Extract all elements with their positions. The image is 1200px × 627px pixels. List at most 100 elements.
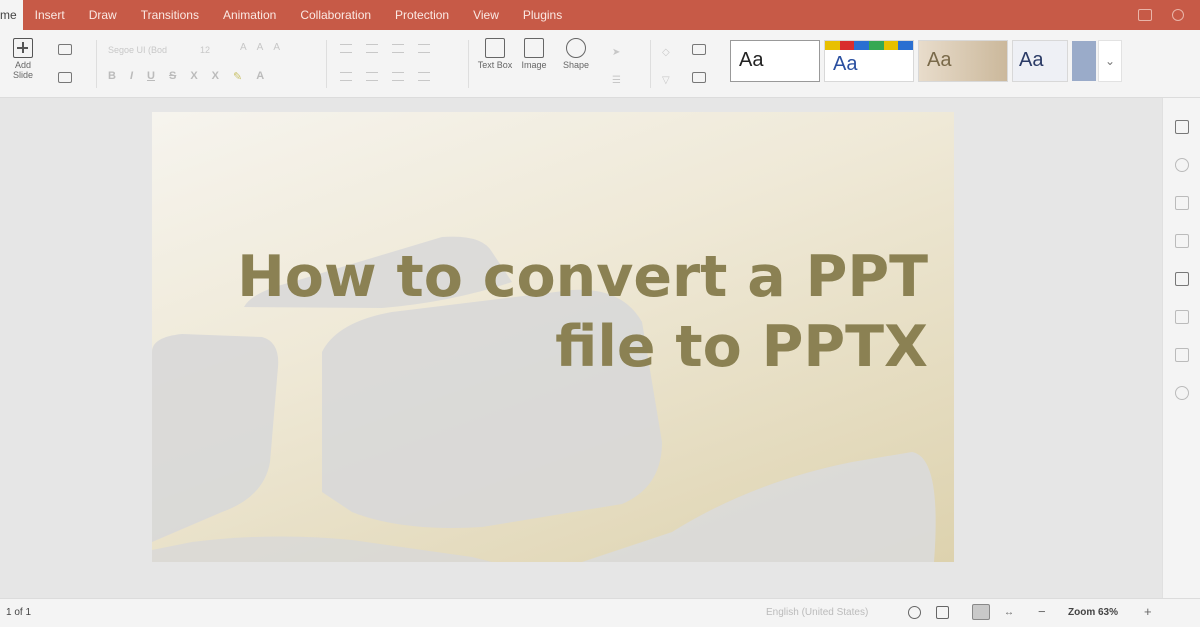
shape-icon (566, 38, 586, 58)
tab-protection[interactable]: Protection (383, 0, 461, 30)
text-art-settings-icon[interactable] (1175, 348, 1189, 362)
underline-icon[interactable]: U (147, 70, 155, 83)
add-slide-label: Add Slide (12, 60, 33, 80)
columns-icon[interactable] (418, 72, 430, 81)
slide-layout-button[interactable] (58, 42, 72, 60)
font-size-select[interactable]: 12 (200, 42, 228, 58)
tab-collaboration[interactable]: Collaboration (288, 0, 383, 30)
superscript-icon[interactable]: X (190, 70, 197, 83)
decrease-font-icon[interactable]: A (257, 42, 264, 53)
numbering-icon[interactable] (366, 44, 378, 53)
clear-style-button[interactable]: ▽ (662, 70, 670, 88)
tab-view[interactable]: View (461, 0, 511, 30)
language-indicator[interactable]: English (United States) (766, 607, 868, 618)
shape-button[interactable]: Shape (557, 38, 595, 70)
text-format-row: B I U S X X ✎ A (108, 70, 264, 83)
align-left-icon[interactable] (340, 72, 352, 81)
select-button[interactable]: ➤ (612, 42, 620, 60)
fit-to-slide-icon[interactable] (972, 604, 990, 620)
chevron-down-icon: ⌄ (1104, 54, 1116, 68)
chart-settings-icon[interactable] (1175, 310, 1189, 324)
increase-indent-icon[interactable] (418, 44, 430, 53)
image-label: Image (521, 60, 547, 70)
theme-color-strip (825, 41, 913, 50)
themes-more-button[interactable]: ⌄ (1098, 40, 1122, 82)
text-box-label: Text Box (477, 60, 513, 70)
tab-animation[interactable]: Animation (211, 0, 288, 30)
theme-colorful[interactable]: Aa (824, 40, 914, 82)
font-family-select[interactable]: Segoe UI (Bod (108, 42, 194, 58)
slide-settings-icon[interactable] (1175, 120, 1189, 134)
globe-icon[interactable] (908, 606, 921, 619)
add-slide-button[interactable]: Add Slide (6, 38, 40, 80)
decrease-indent-icon[interactable] (392, 44, 404, 53)
theme-sample-text: Aa (927, 49, 952, 71)
folder-icon[interactable] (1138, 9, 1152, 21)
ribbon-separator (326, 40, 327, 88)
theme-partial[interactable] (1072, 41, 1096, 81)
change-case-icon[interactable]: A (273, 42, 280, 53)
signature-settings-icon[interactable] (1175, 386, 1189, 400)
color-scheme-button[interactable] (692, 42, 706, 60)
copy-style-button[interactable]: ◇ (662, 42, 670, 60)
theme-sample-text: Aa (1019, 49, 1044, 71)
spellcheck-icon[interactable] (936, 606, 949, 619)
color-scheme-icon (692, 44, 706, 55)
ribbon-toolbar: Add Slide Segoe UI (Bod 12 A A A B I U S… (0, 30, 1200, 98)
bullets-icon[interactable] (340, 44, 352, 53)
font-color-icon[interactable]: A (256, 70, 264, 83)
arrange-button[interactable]: ☰ (612, 70, 621, 88)
italic-icon[interactable]: I (130, 70, 133, 83)
theme-sample-text: Aa (739, 49, 764, 71)
fit-to-width-icon[interactable]: ↔ (1004, 607, 1014, 618)
shape-label: Shape (562, 60, 590, 70)
theme-gold[interactable]: Aa (918, 40, 1008, 82)
table-settings-icon[interactable] (1175, 272, 1189, 286)
ribbon-separator (96, 40, 97, 88)
font-size-tools: A A A (240, 42, 280, 53)
status-bar: 1 of 1 English (United States) ↔ − Zoom … (0, 598, 1200, 627)
tab-transitions[interactable]: Transitions (129, 0, 211, 30)
slide-canvas[interactable]: How to convert a PPT file to PPTX (152, 112, 954, 562)
tab-plugins[interactable]: Plugins (511, 0, 574, 30)
tab-home[interactable]: me (0, 0, 23, 30)
play-icon (58, 72, 72, 83)
text-box-button[interactable]: Text Box (476, 38, 514, 70)
highlight-icon[interactable]: ✎ (233, 70, 242, 83)
clear-style-icon: ▽ (662, 75, 670, 86)
user-icon[interactable] (1172, 9, 1184, 21)
paragraph-settings-icon[interactable] (1175, 234, 1189, 248)
page-indicator[interactable]: 1 of 1 (6, 607, 31, 618)
slide-title[interactable]: How to convert a PPT file to PPTX (208, 242, 928, 382)
start-slideshow-button[interactable] (58, 70, 72, 88)
tab-draw[interactable]: Draw (77, 0, 129, 30)
align-tools (340, 72, 430, 81)
layout-icon (58, 44, 72, 55)
text-box-icon (485, 38, 505, 58)
image-button[interactable]: Image (515, 38, 553, 70)
right-settings-panel (1162, 98, 1200, 598)
slide-size-button[interactable] (692, 70, 706, 88)
menu-bar: me Insert Draw Transitions Animation Col… (0, 0, 1200, 30)
zoom-in-button[interactable]: + (1144, 604, 1152, 619)
line-spacing-icon[interactable] (392, 72, 404, 81)
zoom-level[interactable]: Zoom 63% (1068, 607, 1118, 618)
ribbon-separator (650, 40, 651, 88)
ribbon-separator (468, 40, 469, 88)
zoom-out-button[interactable]: − (1038, 604, 1046, 619)
theme-sample-text: Aa (833, 53, 858, 75)
menu-right-tools (1138, 9, 1200, 21)
vertical-align-icon[interactable] (366, 72, 378, 81)
tab-insert[interactable]: Insert (23, 0, 77, 30)
theme-blank[interactable]: Aa (730, 40, 820, 82)
subscript-icon[interactable]: X (212, 70, 219, 83)
theme-blue[interactable]: Aa (1012, 40, 1068, 82)
cursor-icon: ➤ (612, 47, 621, 58)
strikethrough-icon[interactable]: S (169, 70, 176, 83)
bold-icon[interactable]: B (108, 70, 116, 83)
theme-gallery: Aa Aa Aa Aa (730, 40, 1096, 82)
image-settings-icon[interactable] (1175, 196, 1189, 210)
copy-style-icon: ◇ (662, 47, 670, 58)
shape-settings-icon[interactable] (1175, 158, 1189, 172)
increase-font-icon[interactable]: A (240, 42, 247, 53)
